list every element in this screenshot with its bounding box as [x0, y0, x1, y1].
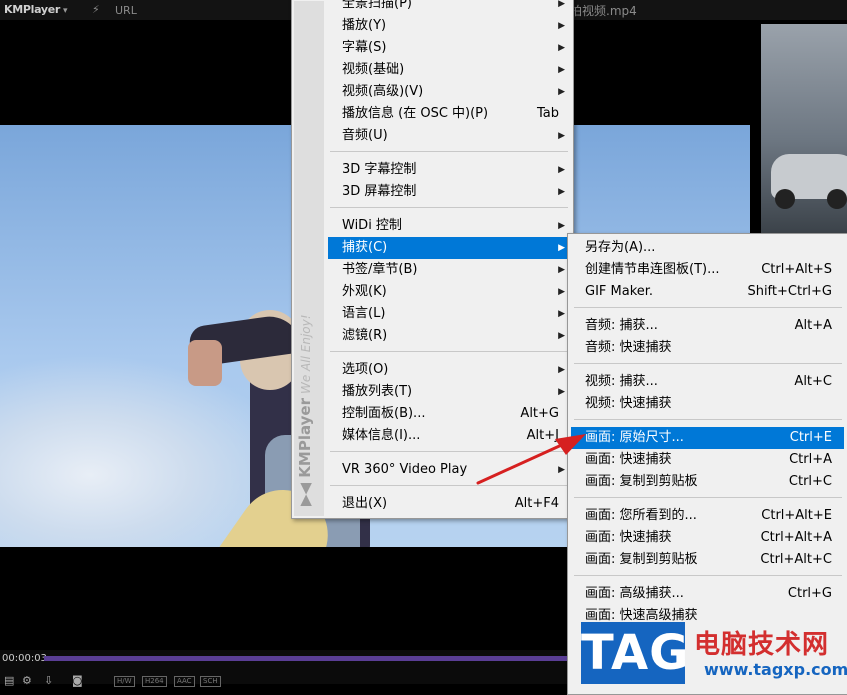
format-tag: SCH [200, 676, 221, 687]
menu-item-subtitles[interactable]: 字幕(S) ▶ [328, 37, 571, 59]
menu-item-3d-subtitle[interactable]: 3D 字幕控制 ▶ [328, 159, 571, 181]
menu-separator [330, 151, 568, 152]
menu-item-exit[interactable]: 退出(X) Alt+F4 [328, 493, 571, 515]
watermark-url: www.tagxp.com [704, 660, 847, 679]
submenu-item-video-quick-capture[interactable]: 视频: 快速捕获 [571, 393, 844, 415]
chevron-right-icon: ▶ [558, 331, 565, 341]
submenu-item-audio-capture[interactable]: 音频: 捕获... Alt+A [571, 315, 844, 337]
chevron-right-icon: ▶ [558, 265, 565, 275]
vr-glasses-icon[interactable]: ◙ [72, 674, 83, 687]
submenu-item-audio-quick-capture[interactable]: 音频: 快速捕获 [571, 337, 844, 359]
context-menu: ▶◀ KMPlayerWe All Enjoy! 全景扫描(P) ▶ 播放(Y) ▶… [291, 0, 574, 519]
menu-item-vr360[interactable]: VR 360° Video Play ▶ [328, 459, 571, 481]
thumbnail-wheel [827, 189, 847, 209]
submenu-item-frame-copy-clipboard-2[interactable]: 画面: 复制到剪贴板 Ctrl+Alt+C [571, 549, 844, 571]
submenu-item-frame-advanced-capture[interactable]: 画面: 高级捕获... Ctrl+G [571, 583, 844, 605]
menu-separator [574, 419, 842, 420]
menu-item-control-panel[interactable]: 控制面板(B)... Alt+G [328, 403, 571, 425]
seek-bar[interactable] [44, 656, 604, 661]
menu-item-video-advanced[interactable]: 视频(高级)(V) ▶ [328, 81, 571, 103]
chevron-right-icon: ▶ [558, 365, 565, 375]
chevron-right-icon: ▶ [558, 287, 565, 297]
menu-item-skin[interactable]: 外观(K) ▶ [328, 281, 571, 303]
thumbnail-preview[interactable] [761, 24, 847, 234]
submenu-item-storyboard[interactable]: 创建情节串连图板(T)... Ctrl+Alt+S [571, 259, 844, 281]
menu-separator [574, 363, 842, 364]
submenu-item-frame-quick-capture-2[interactable]: 画面: 快速捕获 Ctrl+Alt+A [571, 527, 844, 549]
submenu-item-frame-original-size[interactable]: 画面: 原始尺寸... Ctrl+E [571, 427, 844, 449]
submenu-item-video-capture[interactable]: 视频: 捕获... Alt+C [571, 371, 844, 393]
menu-separator [574, 497, 842, 498]
menu-separator [330, 351, 568, 352]
chevron-right-icon: ▶ [558, 21, 565, 31]
menu-item-options[interactable]: 选项(O) ▶ [328, 359, 571, 381]
settings-icon[interactable]: ⚙ [22, 674, 32, 687]
app-logo: KMPlayer [4, 3, 61, 16]
chevron-right-icon: ▶ [558, 221, 565, 231]
chevron-right-icon: ▶ [558, 387, 565, 397]
playlist-icon[interactable]: ▤ [4, 674, 14, 687]
video-skater-hand [188, 340, 222, 386]
submenu-item-frame-as-seen[interactable]: 画面: 您所看到的... Ctrl+Alt+E [571, 505, 844, 527]
menu-item-widi[interactable]: WiDi 控制 ▶ [328, 215, 571, 237]
format-tag: H264 [142, 676, 167, 687]
chevron-right-icon: ▶ [558, 309, 565, 319]
submenu-item-gif-maker[interactable]: GIF Maker. Shift+Ctrl+G [571, 281, 844, 303]
menu-item-video-basic[interactable]: 视频(基础) ▶ [328, 59, 571, 81]
menu-item-playlist[interactable]: 播放列表(T) ▶ [328, 381, 571, 403]
menu-item-media-info[interactable]: 媒体信息(I)... Alt+J [328, 425, 571, 447]
menu-separator [330, 485, 568, 486]
app-menu-button[interactable]: KMPlayer ▾ [4, 3, 68, 16]
menu-item-playback[interactable]: 播放(Y) ▶ [328, 15, 571, 37]
menu-item-audio[interactable]: 音频(U) ▶ [328, 125, 571, 147]
menu-separator [574, 575, 842, 576]
playback-time: 00:00:03 [2, 653, 47, 664]
watermark-logo: TAG [581, 622, 689, 684]
format-tag: AAC [174, 676, 195, 687]
chevron-right-icon: ▶ [558, 65, 565, 75]
menu-brand-logo: ▶◀ KMPlayerWe All Enjoy! [296, 314, 314, 506]
chevron-right-icon: ▶ [558, 465, 565, 475]
menu-brand-strip: ▶◀ KMPlayerWe All Enjoy! [294, 1, 324, 516]
thumbnail-wheel [775, 189, 795, 209]
menu-separator [574, 307, 842, 308]
menu-separator [330, 451, 568, 452]
watermark-site-name: 电脑技术网 [694, 630, 830, 660]
menu-item-pan-scan[interactable]: 全景扫描(P) ▶ [328, 0, 571, 15]
submenu-item-save-as[interactable]: 另存为(A)... [571, 237, 844, 259]
chevron-right-icon: ▶ [558, 187, 565, 197]
download-icon[interactable]: ⇩ [44, 674, 53, 687]
menu-item-language[interactable]: 语言(L) ▶ [328, 303, 571, 325]
chevron-right-icon: ▶ [558, 243, 565, 253]
menu-item-bookmarks[interactable]: 书签/章节(B) ▶ [328, 259, 571, 281]
submenu-item-frame-quick-capture[interactable]: 画面: 快速捕获 Ctrl+A [571, 449, 844, 471]
menu-item-filters[interactable]: 滤镜(R) ▶ [328, 325, 571, 347]
menu-item-capture[interactable]: 捕获(C) ▶ [328, 237, 571, 259]
chevron-right-icon: ▶ [558, 43, 565, 53]
chevron-right-icon: ▶ [558, 0, 565, 9]
chevron-down-icon: ▾ [63, 6, 68, 16]
lightning-icon[interactable]: ⚡ [92, 3, 100, 16]
chevron-right-icon: ▶ [558, 87, 565, 97]
chevron-right-icon: ▶ [558, 131, 565, 141]
submenu-item-frame-copy-clipboard[interactable]: 画面: 复制到剪贴板 Ctrl+C [571, 471, 844, 493]
format-tag: H/W [114, 676, 135, 687]
url-button[interactable]: URL [115, 4, 137, 17]
chevron-right-icon: ▶ [558, 165, 565, 175]
menu-item-playback-info[interactable]: 播放信息 (在 OSC 中)(P) Tab [328, 103, 571, 125]
file-name: 拍视频.mp4 [570, 4, 637, 18]
menu-item-3d-screen[interactable]: 3D 屏幕控制 ▶ [328, 181, 571, 203]
menu-separator [330, 207, 568, 208]
